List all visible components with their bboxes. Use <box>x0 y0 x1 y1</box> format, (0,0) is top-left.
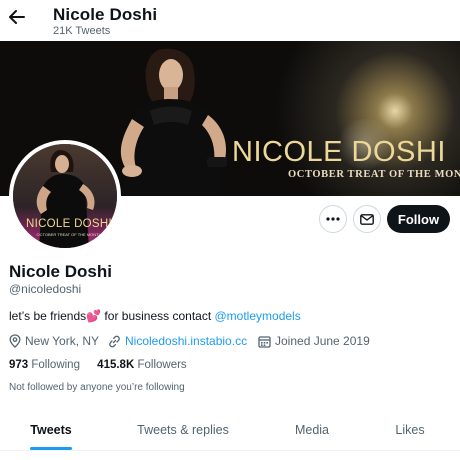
top-bar: Nicole Doshi 21K Tweets <box>0 0 460 41</box>
back-arrow-icon[interactable] <box>6 6 28 28</box>
more-dots-icon <box>326 217 340 221</box>
website-info: Nicoledoshi.instabio.cc <box>108 334 247 348</box>
tab-tweets-replies[interactable]: Tweets & replies <box>102 410 264 450</box>
avatar-subtitle: OCTOBER TREAT OF THE MONTH <box>36 232 102 237</box>
following-count: 973 <box>9 359 29 371</box>
tab-media-label: Media <box>294 423 330 437</box>
followers-count: 415.8K <box>97 359 135 371</box>
following-label: Following <box>31 359 80 371</box>
link-icon <box>109 335 120 347</box>
banner-portrait-figure <box>120 48 227 196</box>
avatar[interactable]: NICOLE DOSHI OCTOBER TREAT OF THE MONTH <box>9 140 121 252</box>
header-tweet-count: 21K Tweets <box>53 25 111 37</box>
joined-text: Joined June 2019 <box>275 334 370 348</box>
profile-handle: @nicoledoshi <box>9 282 82 296</box>
profile-name: Nicole Doshi <box>9 262 112 281</box>
tab-media[interactable]: Media <box>264 410 360 450</box>
tab-tweets-label: Tweets <box>30 423 72 437</box>
profile-tabs: Tweets Tweets & replies Media Likes <box>0 410 460 450</box>
message-button[interactable] <box>353 205 381 233</box>
profile-bio: let’s be friends💕 for business contact @… <box>9 309 301 323</box>
envelope-icon <box>360 213 374 225</box>
bio-mention-link[interactable]: @motleymodels <box>215 309 301 323</box>
location-info: New York, NY <box>9 334 99 348</box>
follow-button[interactable]: Follow <box>387 205 450 233</box>
tab-likes[interactable]: Likes <box>360 410 460 450</box>
banner-subtitle: OCTOBER TREAT OF THE MONTH <box>288 169 460 180</box>
follow-stats: 973 Following 415.8K Followers <box>9 359 201 371</box>
bio-text: let’s be friends💕 for business contact <box>9 309 215 323</box>
joined-info: Joined June 2019 <box>258 334 370 348</box>
location-pin-icon <box>9 334 21 348</box>
tab-tweets[interactable]: Tweets <box>0 410 102 450</box>
avatar-title: NICOLE DOSHI <box>25 218 113 230</box>
calendar-icon <box>258 335 271 348</box>
header-title: Nicole Doshi <box>53 5 158 24</box>
tabs-divider <box>0 450 460 451</box>
more-options-button[interactable] <box>319 205 347 233</box>
website-link[interactable]: Nicoledoshi.instabio.cc <box>125 334 247 348</box>
followers-label: Followers <box>137 359 187 371</box>
followers-stat[interactable]: 415.8K Followers <box>97 359 187 371</box>
tab-tweets-replies-label: Tweets & replies <box>137 423 229 437</box>
tab-likes-label: Likes <box>395 423 425 437</box>
followed-by-note: Not followed by anyone you’re following <box>9 382 185 393</box>
location-text: New York, NY <box>25 334 100 348</box>
following-stat[interactable]: 973 Following <box>9 359 80 371</box>
banner-title: NICOLE DOSHI <box>232 136 446 168</box>
